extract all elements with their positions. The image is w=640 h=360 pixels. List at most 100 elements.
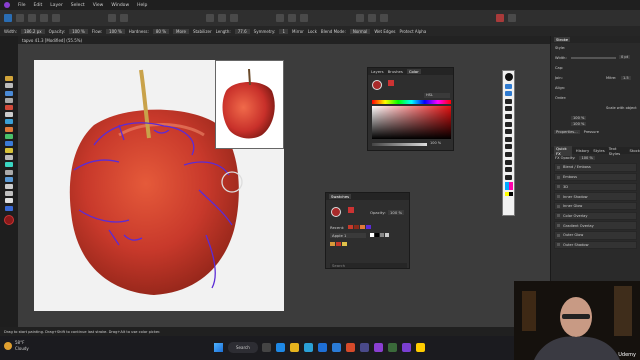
red-swatch-button[interactable] [496,14,504,22]
text-tool-icon[interactable] [5,198,13,204]
recent-swatch[interactable] [360,225,365,229]
assistant-button[interactable] [508,14,516,22]
terminal-icon[interactable] [388,343,397,352]
fx-item[interactable]: Gradient Overlay [554,221,637,230]
protect-alpha-checkbox[interactable]: Protect Alpha [400,29,427,34]
fx-item[interactable]: Emboss [554,172,637,182]
dash-field-1[interactable]: 100 % [571,116,587,120]
fx-opacity-field[interactable]: 100 % [579,156,595,160]
tab-history[interactable]: History [576,148,590,153]
visual-studio-icon[interactable] [402,343,411,352]
snapping-button[interactable] [276,14,284,22]
file-explorer-icon[interactable] [290,343,299,352]
menu-file[interactable]: File [18,3,26,8]
edge-icon[interactable] [304,343,313,352]
clone-tool-icon[interactable] [5,169,13,175]
swatch-opacity-field[interactable]: 100 % [388,210,405,215]
rotate-icon[interactable] [505,106,512,112]
blend-mode-select[interactable]: Normal [349,28,371,34]
taskbar-search[interactable]: Search [228,342,258,353]
symmetry-field[interactable]: 1 [279,28,288,34]
fx-item[interactable]: 3D [554,182,637,192]
pen-tool-icon[interactable] [5,184,13,189]
width-field[interactable]: 186.2 px [20,28,45,34]
menu-layer[interactable]: Layer [50,3,63,8]
menu-edit[interactable]: Edit [34,3,43,8]
swatch-picker-icon[interactable] [348,207,354,213]
fx-item[interactable]: Blend / Emboss [554,163,637,172]
hardness-field[interactable]: 80 % [152,28,170,34]
palette-select[interactable]: Apple 1 [330,233,366,238]
pixel-tool-icon[interactable] [5,133,13,139]
stroke-mitre-field[interactable]: 1.5 [621,76,631,80]
primary-color-well[interactable] [372,80,382,90]
dodge-tool-icon[interactable] [5,162,13,168]
taskview-icon[interactable] [262,343,271,352]
chrome-icon[interactable] [416,343,425,352]
saturation-lightness-box[interactable] [372,106,451,139]
paint-brush-icon[interactable] [5,126,13,132]
fx-item[interactable]: Outer Glow [554,231,637,240]
clipboard-icon[interactable] [505,174,512,180]
distribute-button[interactable] [380,14,388,22]
brightness-button[interactable] [108,14,116,22]
document-icon[interactable] [505,167,512,173]
tone-mapping-button[interactable] [40,14,48,22]
brush-icon[interactable] [505,136,512,142]
mirror-checkbox[interactable]: Mirror [292,29,304,34]
color-opacity-slider[interactable] [372,143,427,146]
color-chip-icon[interactable] [504,192,513,197]
mask-button[interactable] [230,14,238,22]
powerpoint-icon[interactable] [346,343,355,352]
move-tool-icon[interactable] [5,76,13,82]
wet-edges-checkbox[interactable]: Wet Edges [374,29,395,34]
stroke-width-slider[interactable] [571,57,616,59]
levels-button[interactable] [120,14,128,22]
tab-color[interactable]: Color [406,69,421,74]
swatch-search-input[interactable]: Search [330,263,407,268]
document-tab[interactable]: tapvo 41.3 [Modified] (55.5%) [22,38,82,43]
store-icon[interactable] [318,343,327,352]
swatch-color-well[interactable] [331,207,341,217]
hue-slider[interactable] [372,100,451,104]
length-field[interactable]: 77.6 [234,28,250,34]
fill-tool-icon[interactable] [5,148,13,154]
fx-item[interactable]: Inner Glow [554,201,637,211]
palette-swatch[interactable] [342,242,347,246]
recent-swatch[interactable] [354,225,359,229]
pressure-button[interactable]: Pressure [584,130,599,134]
color-opacity-value[interactable]: 100 % [430,141,441,145]
tab-quick-fx[interactable]: Quick FX [554,145,572,156]
color-mode-select[interactable]: HSL [424,93,450,98]
color-palette-icon[interactable] [504,182,513,191]
force-pixel-button[interactable] [288,14,296,22]
zoom-app-icon[interactable] [276,343,285,352]
export-persona-button[interactable] [52,14,60,22]
stroke-width-field[interactable]: 0 pt [619,55,631,59]
app-icon[interactable] [360,343,369,352]
print-icon[interactable] [505,151,512,157]
properties-button[interactable]: Properties... [554,130,580,134]
fx-item[interactable]: Inner Shadow [554,192,637,201]
affinity-icon[interactable] [374,343,383,352]
zoom-icon[interactable] [505,113,512,119]
marquee-tool-icon[interactable] [5,112,13,118]
tab-stock[interactable]: Stock [629,148,640,153]
menu-select[interactable]: Select [71,3,85,8]
pin-icon[interactable] [504,73,513,81]
palette-swatch[interactable] [330,242,335,246]
erase-tool-icon[interactable] [5,155,13,161]
blur-tool-icon[interactable] [5,176,13,182]
crop-tool-icon[interactable] [5,90,13,96]
scale-with-object-checkbox[interactable]: Scale with object [606,106,637,110]
start-icon[interactable] [214,343,223,352]
layers-icon[interactable] [505,98,512,104]
color-picker-icon[interactable] [5,140,13,146]
camera-icon[interactable] [505,159,512,165]
tab-layers[interactable]: Layers [371,69,384,74]
flow-field[interactable]: 100 % [106,28,125,34]
tag-icon[interactable] [505,121,512,127]
menu-view[interactable]: View [93,3,104,8]
fx-item[interactable]: Outer Shadow [554,240,637,250]
order-button[interactable] [300,14,308,22]
